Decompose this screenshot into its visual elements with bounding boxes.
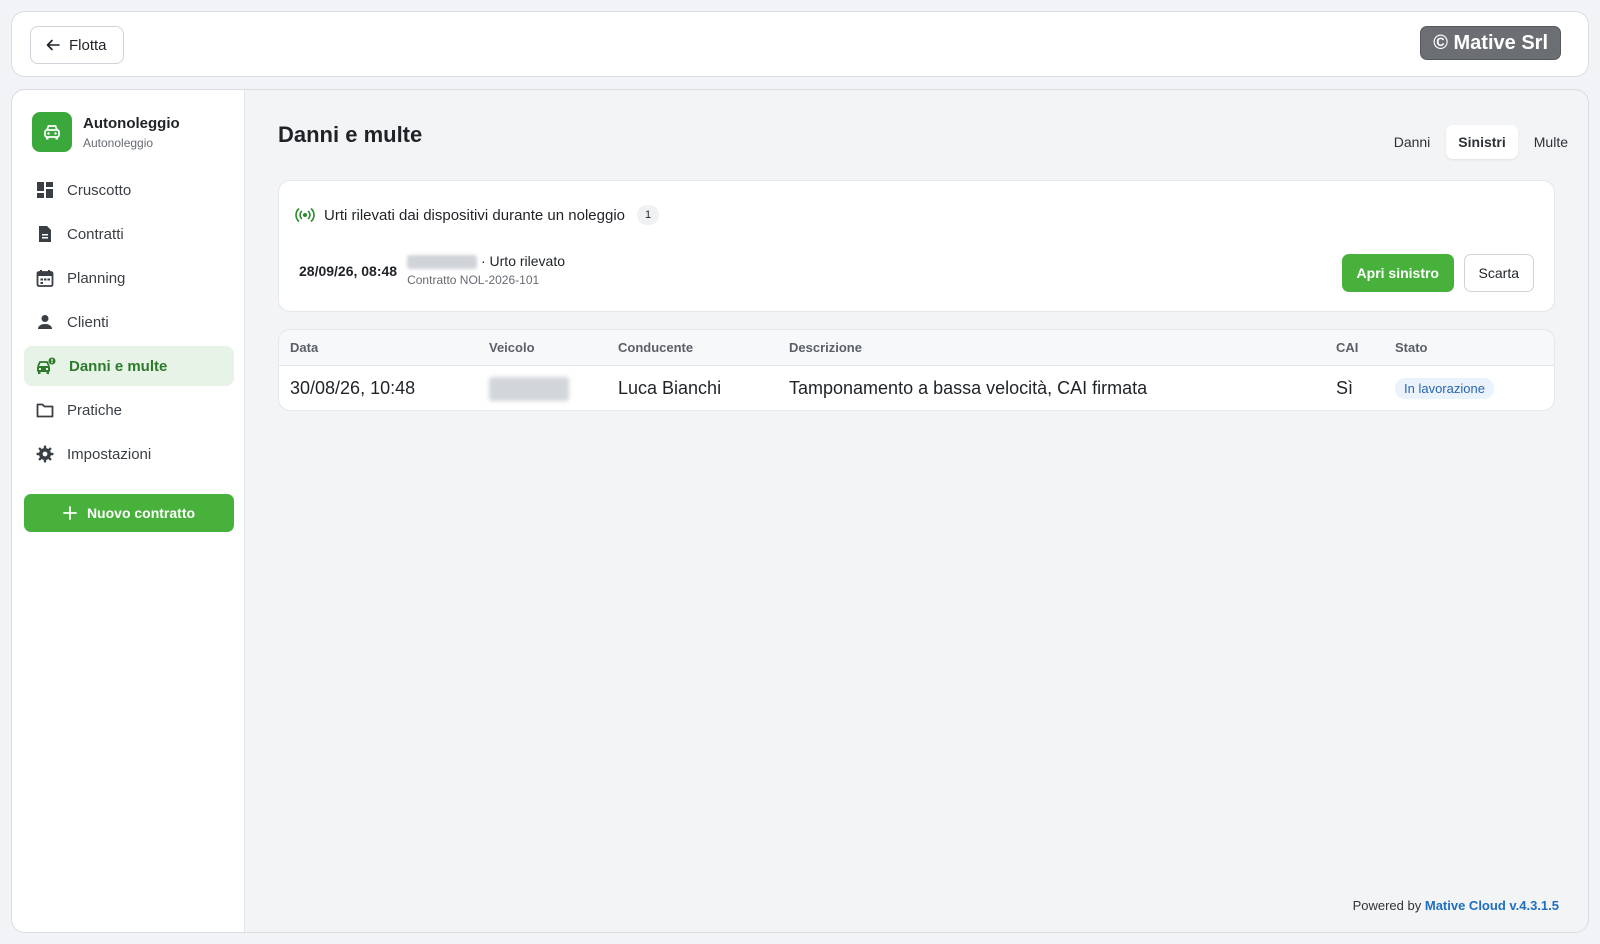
tab-sinistri[interactable]: Sinistri [1446, 125, 1518, 159]
sidebar-item-label: Danni e multe [69, 357, 168, 375]
brand-text: © Mative Srl [1433, 31, 1548, 54]
impact-count-badge: 1 [637, 205, 659, 225]
person-icon [38, 315, 52, 329]
vehicle-plate-redacted [489, 376, 569, 401]
sidebar-item-danni-e-multe[interactable]: Danni e multe [24, 346, 234, 386]
sidebar-nav: Cruscotto Contratti Planning Clienti Dan… [24, 170, 234, 478]
footer: Powered by Mative Cloud v.4.3.1.5 [1353, 898, 1559, 913]
sidebar-item-contratti[interactable]: Contratti [24, 214, 234, 254]
open-claim-button[interactable]: Apri sinistro [1341, 254, 1454, 292]
tab-danni[interactable]: Danni [1382, 125, 1443, 159]
arrow-left-icon [46, 39, 60, 51]
column-header-data[interactable]: Data [290, 330, 318, 365]
column-header-stato[interactable]: Stato [1395, 330, 1428, 365]
footer-product-link[interactable]: Mative Cloud v.4.3.1.5 [1425, 898, 1559, 913]
top-bar: Flotta © Mative Srl [11, 11, 1589, 77]
impact-alert-card: Urti rilevati dai dispositivi durante un… [278, 180, 1555, 312]
car-damage-icon [37, 357, 56, 374]
sidebar-item-cruscotto[interactable]: Cruscotto [24, 170, 234, 210]
vehicle-plate-redacted [407, 255, 478, 270]
new-contract-label: Nuovo contratto [86, 505, 196, 521]
cell-veicolo [489, 366, 569, 410]
sidebar-item-label: Impostazioni [67, 445, 152, 463]
discard-button[interactable]: Scarta [1463, 254, 1534, 292]
car-icon [44, 125, 60, 140]
document-icon [39, 226, 51, 242]
new-contract-button[interactable]: Nuovo contratto [24, 494, 234, 532]
plus-icon [63, 506, 77, 520]
page-title: Danni e multe [278, 122, 423, 147]
impact-alert-item: 28/09/26, 08:48 · Urto rilevato Contratt… [299, 253, 565, 287]
sidebar-item-clienti[interactable]: Clienti [24, 302, 234, 342]
org-name: Autonoleggio [83, 114, 180, 132]
sidebar-item-label: Clienti [67, 313, 109, 331]
sidebar-item-label: Cruscotto [67, 181, 132, 199]
column-header-veicolo[interactable]: Veicolo [489, 330, 535, 365]
app-shell: Autonoleggio Autonoleggio Cruscotto Cont… [11, 89, 1589, 933]
signal-icon [295, 208, 315, 222]
gear-icon [36, 445, 54, 463]
back-to-fleet-button[interactable]: Flotta [30, 26, 124, 64]
footer-prefix: Powered by [1352, 898, 1422, 913]
cell-descrizione: Tamponamento a bassa velocità, CAI firma… [789, 378, 1148, 398]
claims-table: Data Veicolo Conducente Descrizione CAI … [278, 329, 1555, 411]
org-logo [32, 112, 72, 152]
cell-data: 30/08/26, 10:48 [290, 378, 416, 398]
column-header-conducente[interactable]: Conducente [618, 330, 693, 365]
sidebar: Autonoleggio Autonoleggio Cruscotto Cont… [12, 90, 245, 932]
sidebar-item-planning[interactable]: Planning [24, 258, 234, 298]
status-badge: In lavorazione [1395, 378, 1494, 399]
table-header: Data Veicolo Conducente Descrizione CAI … [279, 330, 1554, 366]
org-subtitle: Autonoleggio [83, 135, 154, 150]
impact-contract-ref: Contratto NOL-2026-101 [407, 273, 540, 288]
org-header: Autonoleggio Autonoleggio [32, 112, 180, 152]
sidebar-item-label: Planning [67, 269, 126, 287]
dashboard-icon [37, 182, 53, 198]
main-content: Danni e multe Danni Sinistri Multe Urti … [245, 90, 1588, 932]
sidebar-item-label: Contratti [67, 225, 124, 243]
sidebar-item-impostazioni[interactable]: Impostazioni [24, 434, 234, 474]
tab-multe[interactable]: Multe [1522, 125, 1580, 159]
sidebar-item-label: Pratiche [67, 401, 123, 419]
back-button-label: Flotta [69, 36, 107, 54]
section-tabs: Danni Sinistri Multe [1382, 125, 1580, 159]
calendar-icon [36, 270, 54, 287]
cell-cai: Sì [1336, 378, 1354, 398]
cell-stato: In lavorazione [1395, 366, 1494, 410]
cell-conducente: Luca Bianchi [618, 378, 722, 398]
sidebar-item-pratiche[interactable]: Pratiche [24, 390, 234, 430]
table-row[interactable]: 30/08/26, 10:48 Luca Bianchi Tamponament… [279, 366, 1554, 410]
impact-alert-title: Urti rilevati dai dispositivi durante un… [324, 206, 625, 224]
folder-icon [36, 403, 54, 418]
column-header-descrizione[interactable]: Descrizione [789, 330, 862, 365]
column-header-cai[interactable]: CAI [1336, 330, 1358, 365]
impact-event-label: · Urto rilevato [480, 253, 566, 269]
impact-timestamp: 28/09/26, 08:48 [299, 263, 398, 279]
brand-badge: © Mative Srl [1420, 26, 1561, 60]
impact-alert-header: Urti rilevati dai dispositivi durante un… [295, 205, 659, 225]
